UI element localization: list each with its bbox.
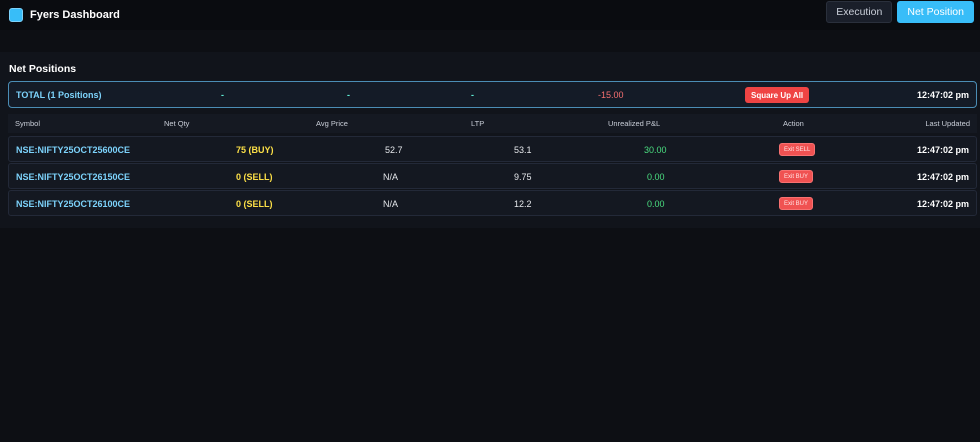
position-unrealized-pnl: 0.00 [647,172,665,182]
position-ltp: 12.2 [514,199,532,209]
app-logo-icon [9,8,23,22]
total-label: TOTAL (1 Positions) [16,90,102,100]
table-row: NSE:NIFTY25OCT25600CE 75 (BUY) 52.7 53.1… [8,136,977,162]
position-symbol: NSE:NIFTY25OCT26150CE [16,172,131,182]
position-symbol: NSE:NIFTY25OCT25600CE [16,145,131,155]
total-net-qty: - [221,90,224,100]
total-ltp: - [471,90,474,100]
square-up-all-button[interactable]: Square Up All [745,87,810,103]
position-unrealized-pnl: 30.00 [644,145,667,155]
total-row: TOTAL (1 Positions) - - - -15.00 Square … [8,81,977,108]
section-title: Net Positions [9,63,77,75]
position-avg-price: 52.7 [385,145,403,155]
exit-position-button[interactable]: Exit SELL [779,143,816,156]
position-ltp: 53.1 [514,145,532,155]
column-header-action: Action [783,119,804,128]
net-positions-panel: Net Positions TOTAL (1 Positions) - - - … [0,52,980,228]
table-row: NSE:NIFTY25OCT26100CE 0 (SELL) N/A 12.2 … [8,190,977,216]
column-header-avg-price: Avg Price [316,119,348,128]
column-header-ltp: LTP [471,119,485,128]
column-header-last-updated: Last Updated [925,119,970,128]
position-net-qty: 0 (SELL) [236,172,273,182]
total-last-updated: 12:47:02 pm [916,90,969,100]
column-header-symbol: Symbol [15,119,41,128]
position-avg-price: N/A [383,199,399,209]
total-avg-price: - [347,90,350,100]
exit-position-button[interactable]: Exit BUY [779,197,814,210]
app-header: Fyers Dashboard Execution Net Position [0,0,980,30]
exit-position-button[interactable]: Exit BUY [779,170,814,183]
position-symbol: NSE:NIFTY25OCT26100CE [16,199,131,209]
position-last-updated: 12:47:02 pm [916,145,969,155]
total-pnl: -15.00 [598,90,624,100]
net-position-tab-button[interactable]: Net Position [897,1,974,23]
execution-tab-button[interactable]: Execution [826,1,893,23]
position-net-qty: 75 (BUY) [236,145,274,155]
column-header-unrealized-pnl: Unrealized P&L [608,119,661,128]
positions-table-header: Symbol Net Qty Avg Price LTP Unrealized … [8,114,977,133]
app-title: Fyers Dashboard [30,9,120,21]
column-header-net-qty: Net Qty [164,119,190,128]
position-net-qty: 0 (SELL) [236,199,273,209]
position-avg-price: N/A [383,172,399,182]
position-last-updated: 12:47:02 pm [916,172,969,182]
table-row: NSE:NIFTY25OCT26150CE 0 (SELL) N/A 9.75 … [8,163,977,189]
top-nav: Execution Net Position [826,1,974,23]
position-ltp: 9.75 [514,172,532,182]
position-unrealized-pnl: 0.00 [647,199,665,209]
position-last-updated: 12:47:02 pm [916,199,969,209]
